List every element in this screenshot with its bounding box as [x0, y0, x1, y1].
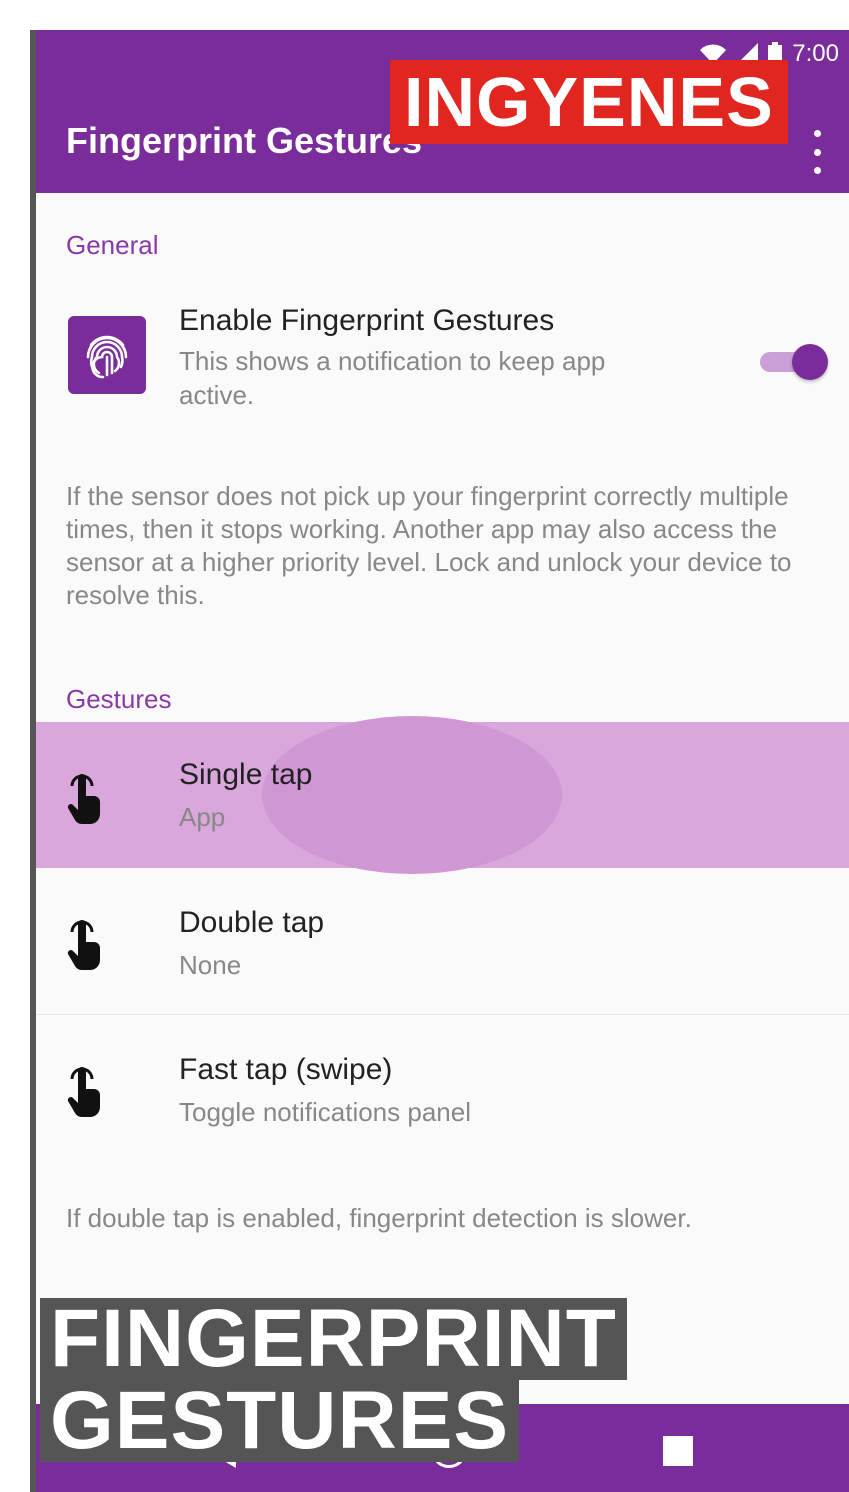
caption-line-2: GESTURES — [40, 1380, 520, 1462]
touch-hand-icon — [67, 1067, 100, 1117]
touch-hand-icon — [67, 920, 100, 970]
section-header-general: General — [66, 230, 159, 260]
double-tap-note: If double tap is enabled, fingerprint de… — [66, 1203, 692, 1233]
overflow-menu-icon[interactable] — [813, 130, 821, 174]
gesture-row-single-tap[interactable]: Single tap App — [36, 716, 849, 874]
recents-icon[interactable] — [663, 1436, 693, 1466]
fingerprint-icon — [68, 316, 146, 394]
gesture-title: Fast tap (swipe) — [179, 1053, 393, 1086]
touch-hand-icon — [67, 774, 100, 824]
sensor-info-text: If the sensor does not pick up your fing… — [66, 481, 792, 610]
free-badge: INGYENES — [390, 60, 788, 144]
gesture-value: App — [179, 802, 226, 832]
enable-toggle[interactable] — [756, 342, 828, 380]
section-header-gestures: Gestures — [66, 684, 172, 714]
enable-title: Enable Fingerprint Gestures — [179, 304, 555, 337]
touch-ripple — [262, 716, 562, 874]
caption-line-1: FINGERPRINT — [40, 1298, 627, 1380]
gesture-title: Single tap — [179, 758, 313, 791]
gesture-value: None — [179, 950, 242, 980]
status-time: 7:00 — [792, 40, 839, 67]
gesture-title: Double tap — [179, 906, 325, 939]
gesture-value: Toggle notifications panel — [179, 1097, 471, 1127]
enable-subtitle: This shows a notification to keep app ac… — [179, 346, 606, 410]
gesture-row-double-tap[interactable]: Double tap None — [36, 868, 849, 1014]
app-screen: 7:00 Fingerprint Gestures General Enable… — [36, 30, 849, 1492]
gesture-row-fast-tap[interactable]: Fast tap (swipe) Toggle notifications pa… — [36, 1015, 849, 1161]
app-title: Fingerprint Gestures — [66, 120, 423, 161]
